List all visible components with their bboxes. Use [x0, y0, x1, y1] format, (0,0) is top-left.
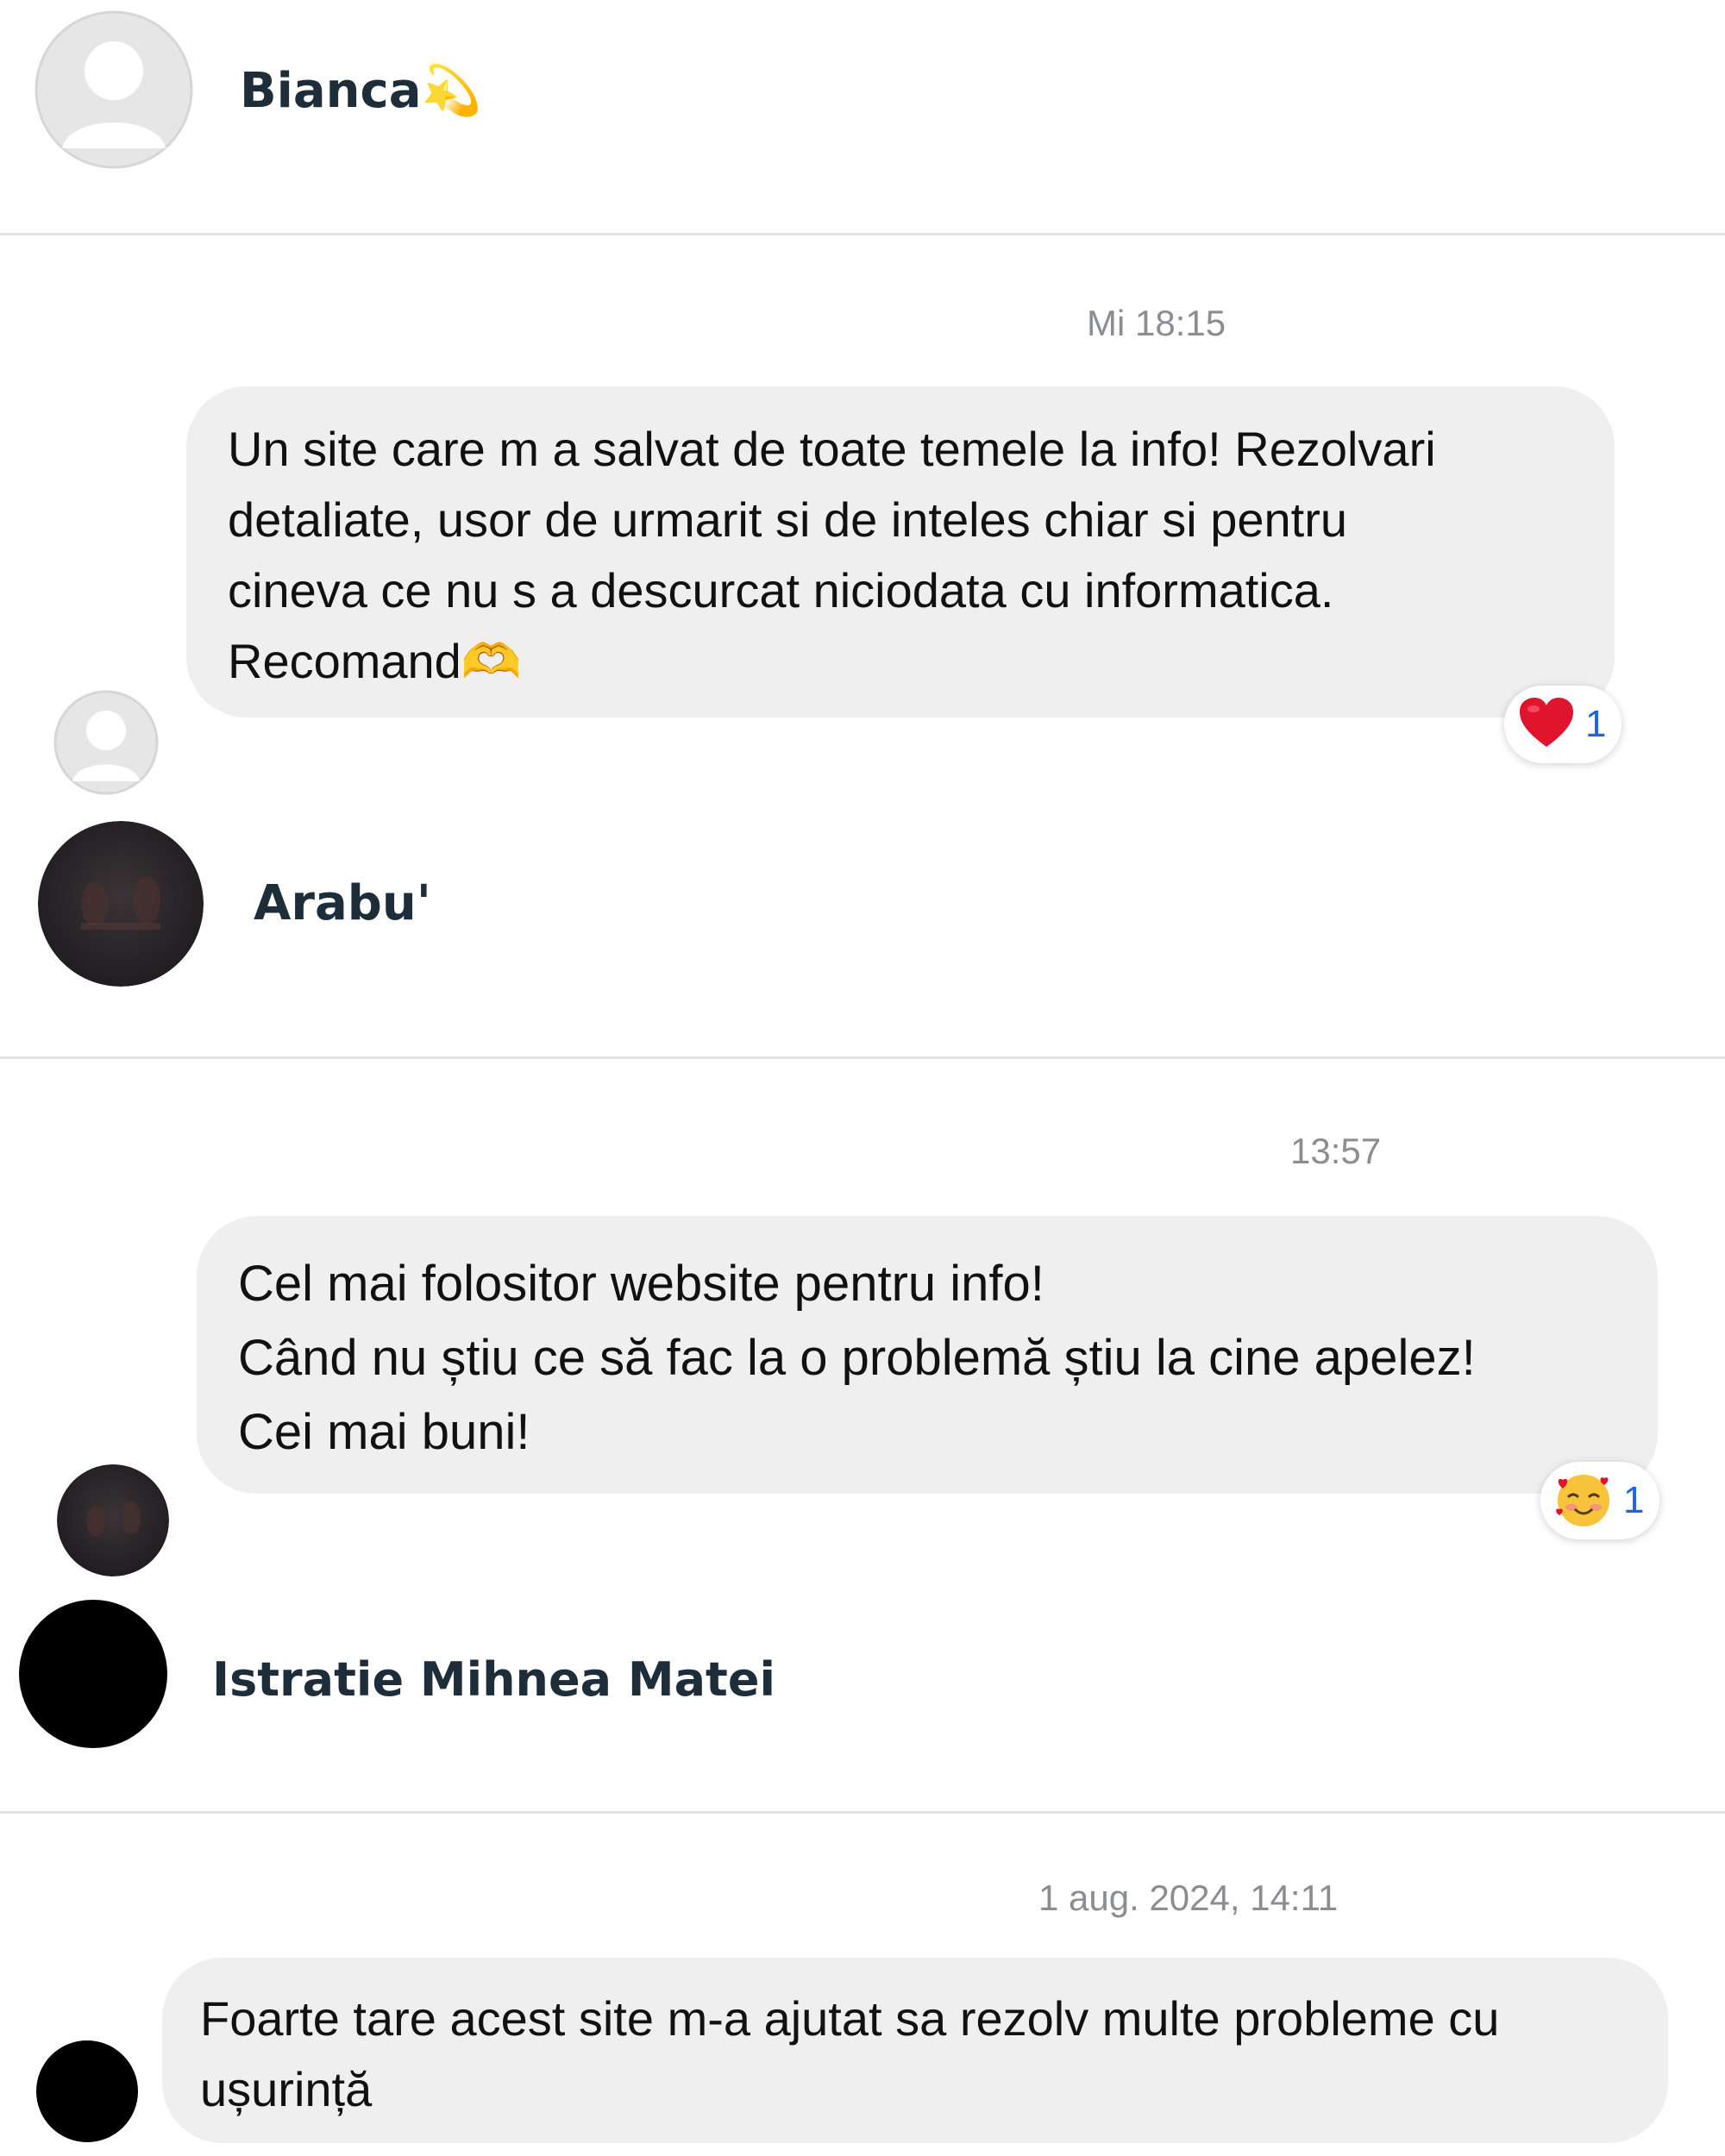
divider — [0, 1811, 1725, 1814]
default-avatar-icon[interactable] — [34, 10, 193, 169]
profile-photo-avatar[interactable] — [38, 821, 204, 987]
message-line: Foarte tare acest site m-a ajutat sa rez… — [200, 1991, 1500, 2046]
black-avatar[interactable] — [19, 1600, 167, 1748]
message-bubble[interactable]: Cel mai folositor website pentru info! C… — [197, 1216, 1658, 1494]
message-line: Când nu știu ce să fac la o problemă ști… — [238, 1330, 1476, 1386]
message-bubble[interactable]: Un site care m a salvat de toate temele … — [186, 386, 1615, 718]
reaction-badge[interactable]: 1 — [1540, 1462, 1660, 1539]
message-timestamp: Mi 18:15 — [1087, 303, 1226, 343]
sender-avatar[interactable] — [36, 2040, 138, 2142]
message-line: Cei mai buni! — [238, 1404, 530, 1460]
conversation-header-1[interactable]: Bianca💫 — [0, 0, 1725, 233]
message-timestamp: 13:57 — [1290, 1131, 1382, 1171]
message-line: Cel mai folositor website pentru info! — [238, 1256, 1044, 1312]
heart-icon — [1518, 697, 1575, 753]
author-name[interactable]: Istratie Mihnea Matei — [212, 1657, 775, 1703]
sender-avatar[interactable] — [53, 690, 159, 795]
author-name[interactable]: Arabu' — [254, 880, 431, 928]
message-line: Recomand🫶 — [228, 634, 522, 688]
divider — [0, 1056, 1725, 1059]
smiling-face-with-hearts-icon — [1554, 1470, 1613, 1532]
message-line: cineva ce nu s a descurcat niciodata cu … — [228, 563, 1334, 617]
reaction-badge[interactable]: 1 — [1504, 686, 1622, 763]
conversation-header-3[interactable]: Istratie Mihnea Matei — [0, 1583, 1725, 1811]
sender-avatar[interactable] — [57, 1464, 169, 1576]
message-line: Un site care m a salvat de toate temele … — [228, 422, 1436, 476]
divider — [0, 233, 1725, 235]
reaction-count: 1 — [1623, 1479, 1645, 1521]
message-line: detaliate, usor de urmarit si de inteles… — [228, 492, 1347, 547]
conversation-header-2[interactable]: Arabu' — [0, 811, 1725, 1056]
reviews-page: Bianca💫 Mi 18:15 Un site care m a salvat… — [0, 0, 1725, 2156]
reaction-count: 1 — [1585, 703, 1607, 745]
message-timestamp: 1 aug. 2024, 14:11 — [1038, 1877, 1339, 1918]
author-name[interactable]: Bianca💫 — [240, 67, 481, 116]
message-bubble[interactable]: Foarte tare acest site m-a ajutat sa rez… — [162, 1958, 1668, 2143]
message-line: ușurință — [200, 2062, 373, 2116]
